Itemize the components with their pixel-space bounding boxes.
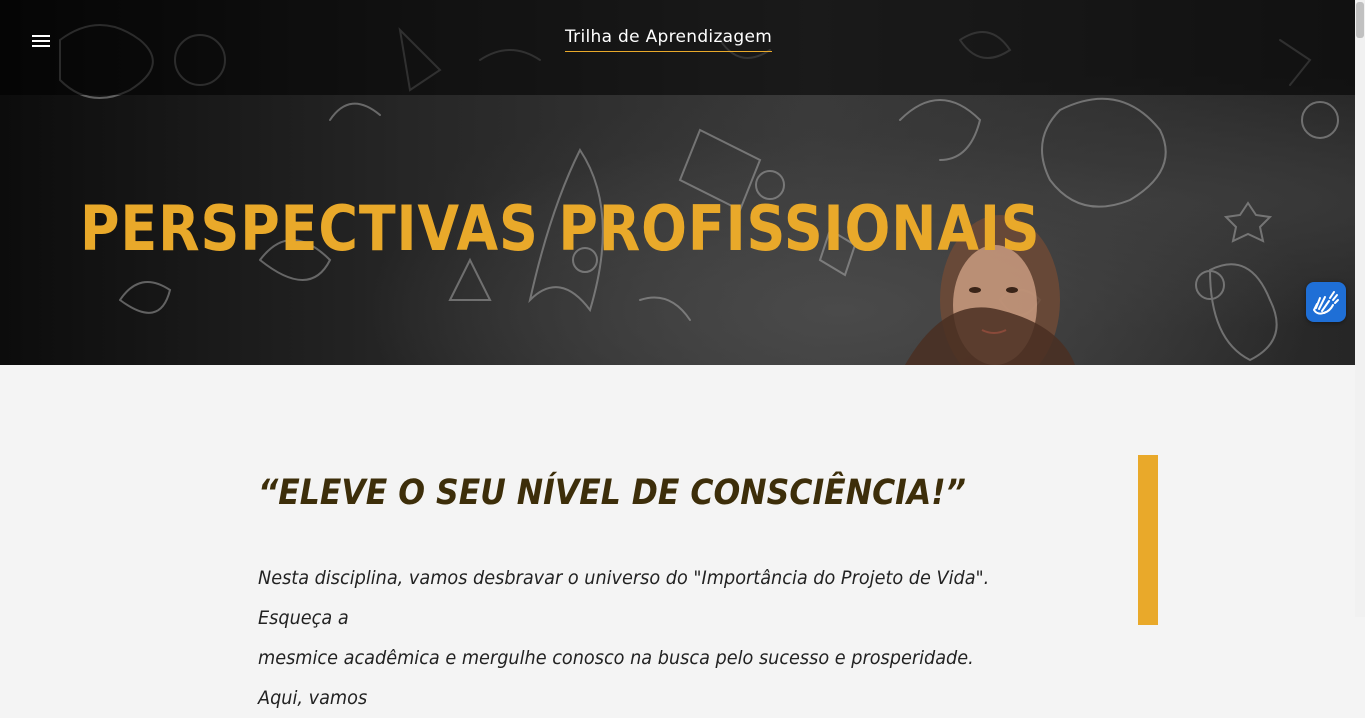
scrollbar-thumb[interactable] bbox=[1356, 2, 1364, 38]
top-navigation-bar: Trilha de Aprendizagem bbox=[0, 0, 1355, 95]
quote-heading: “ELEVE O SEU NÍVEL DE CONSCIÊNCIA!” bbox=[258, 473, 966, 513]
sign-language-accessibility-button[interactable] bbox=[1306, 282, 1346, 322]
page-scrollbar[interactable] bbox=[1355, 0, 1365, 617]
hamburger-menu-icon[interactable] bbox=[30, 32, 52, 50]
main-content: “ELEVE O SEU NÍVEL DE CONSCIÊNCIA!” Nest… bbox=[0, 365, 1355, 709]
sign-language-hands-icon bbox=[1313, 291, 1339, 315]
intro-line-2: mesmice acadêmica e mergulhe conosco na … bbox=[258, 647, 974, 709]
intro-paragraph: Nesta disciplina, vamos desbravar o univ… bbox=[258, 558, 1002, 718]
accent-bar bbox=[1138, 455, 1158, 625]
intro-line-1: Nesta disciplina, vamos desbravar o univ… bbox=[258, 567, 990, 629]
site-title-link[interactable]: Trilha de Aprendizagem bbox=[565, 27, 773, 52]
hero-banner: Trilha de Aprendizagem PERSPECTIVAS PROF… bbox=[0, 0, 1355, 365]
page-hero-title: PERSPECTIVAS PROFISSIONAIS bbox=[80, 192, 1041, 265]
